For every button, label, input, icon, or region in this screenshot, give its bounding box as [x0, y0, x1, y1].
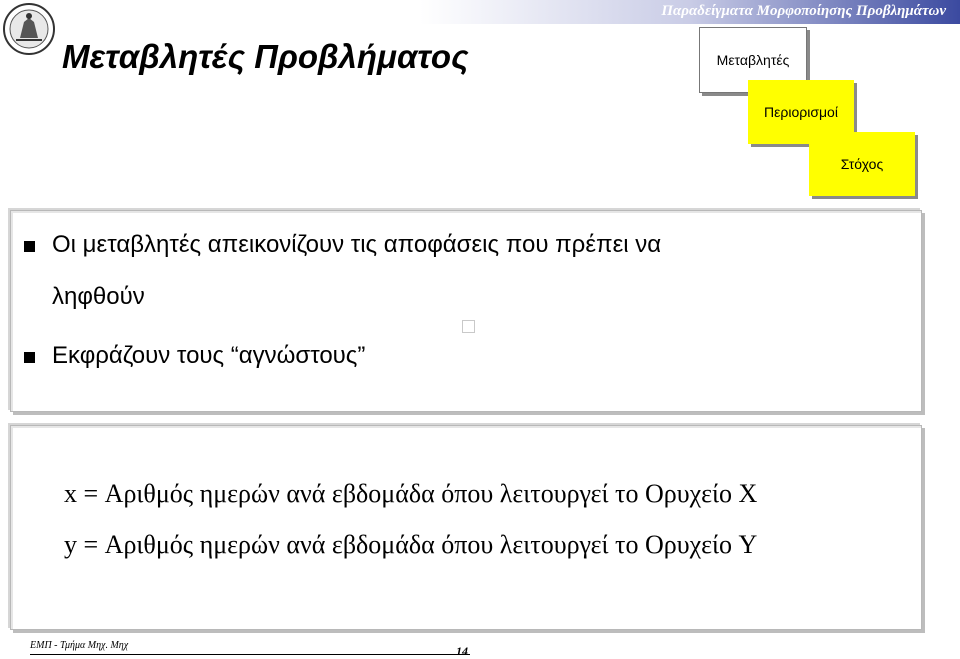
bullet-item-2: Εκφράζουν τους “αγνώστους”: [52, 342, 366, 369]
bullet-item-1-line-1: Οι μεταβλητές απεικονίζουν τις αποφάσεις…: [52, 231, 662, 258]
tag-goal: Στόχος: [809, 132, 915, 196]
header-banner: Παραδείγματα Μορφοποίησης Προβλημάτων: [60, 0, 960, 24]
banner-text: Παραδείγματα Μορφοποίησης Προβλημάτων: [661, 3, 946, 19]
footer-divider: [30, 654, 470, 655]
placeholder-box: [462, 320, 475, 333]
definition-y: y = Αριθμός ημερών ανά εβδομάδα όπου λει…: [64, 530, 758, 559]
page-number: 14: [456, 644, 468, 658]
page-title: Μεταβλητές Προβλήματος: [62, 38, 469, 75]
definition-x: x = Αριθμός ημερών ανά εβδομάδα όπου λει…: [64, 479, 758, 508]
bullet-item-1-line-2: ληφθούν: [52, 283, 145, 310]
footer-institution: ΕΜΠ - Τμήμα Μηχ. Μηχ: [30, 640, 129, 651]
university-seal-icon: [3, 3, 55, 55]
bullet-square-icon: [24, 352, 35, 363]
definitions-panel: [10, 425, 922, 630]
bullet-square-icon: [24, 241, 35, 252]
